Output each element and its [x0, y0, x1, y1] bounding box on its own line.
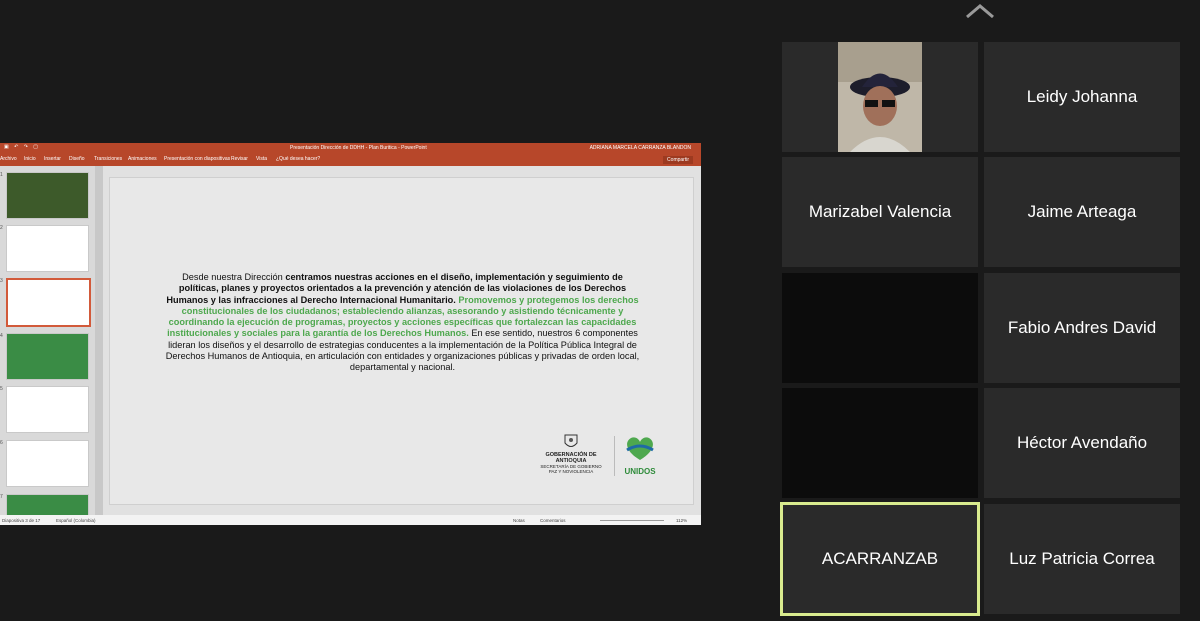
chevron-up-icon[interactable]: [964, 2, 996, 20]
ppt-user-name: ADRIANA MARCELA CARRANZA BLANDON: [589, 145, 691, 151]
participant-name: Luz Patricia Correa: [1009, 549, 1155, 568]
participant-video: [838, 42, 922, 152]
slide-canvas: Desde nuestra Dirección centramos nuestr…: [103, 166, 701, 515]
slide-number: 6: [0, 440, 3, 446]
slide-body-text: Desde nuestra Dirección centramos nuestr…: [165, 272, 640, 374]
coat-of-arms-icon: [564, 434, 578, 447]
tab-vista[interactable]: Vista: [256, 156, 267, 162]
share-button[interactable]: Compartir: [663, 156, 693, 164]
shared-screen-powerpoint: ▣ ↶ ↷ ▢ Presentación Dirección de DDHH -…: [0, 143, 701, 525]
zoom-slider[interactable]: [600, 520, 664, 521]
slide-number: 1: [0, 172, 3, 178]
tab-presentacion[interactable]: Presentación con diapositivas: [164, 156, 230, 162]
participant-tile[interactable]: Fabio Andres David: [984, 273, 1180, 383]
tell-me-search[interactable]: ¿Qué desea hacer?: [276, 156, 320, 162]
zoom-level[interactable]: 112%: [676, 518, 687, 523]
unidos-logo: UNIDOS: [618, 434, 662, 476]
participant-name: Jaime Arteaga: [1027, 202, 1137, 221]
gobernacion-logo-line3: PAZ Y NOVIOLENCIA: [548, 469, 594, 474]
participant-tile-dark[interactable]: [782, 388, 978, 498]
person-video-icon: [838, 42, 922, 152]
participant-tile-video[interactable]: [782, 42, 978, 152]
tab-diseno[interactable]: Diseño: [69, 156, 85, 162]
quick-access-icons[interactable]: ▣ ↶ ↷ ▢: [4, 144, 40, 150]
participant-tile-dark[interactable]: [782, 273, 978, 383]
current-slide[interactable]: Desde nuestra Dirección centramos nuestr…: [109, 177, 694, 505]
logo-divider: [614, 436, 615, 476]
slide-number: 4: [0, 333, 3, 339]
participant-name: Fabio Andres David: [1007, 318, 1157, 337]
notes-button[interactable]: Notas: [513, 518, 525, 523]
slide-thumbnail-1[interactable]: [6, 172, 89, 219]
participant-name: ACARRANZAB: [821, 549, 939, 568]
slide-thumbnail-4[interactable]: [6, 333, 89, 380]
slide-thumbnail-7[interactable]: [6, 494, 89, 515]
ppt-window-title: Presentación Dirección de DDHH - Plan Bu…: [290, 145, 427, 151]
gobernacion-logo: GOBERNACIÓN DE ANTIOQUIA SECRETARÍA DE G…: [535, 433, 607, 474]
participant-tile[interactable]: Héctor Avendaño: [984, 388, 1180, 498]
participant-tile[interactable]: Luz Patricia Correa: [984, 504, 1180, 614]
participant-tile[interactable]: Marizabel Valencia: [782, 157, 978, 267]
ppt-ribbon-tabs: Archivo Inicio Insertar Diseño Transicio…: [0, 153, 701, 166]
tab-animaciones[interactable]: Animaciones: [128, 156, 157, 162]
comments-button[interactable]: Comentarios: [540, 518, 566, 523]
gobernacion-logo-line1: GOBERNACIÓN DE ANTIOQUIA: [545, 452, 597, 464]
tab-inicio[interactable]: Inicio: [24, 156, 36, 162]
slide-number: 2: [0, 225, 3, 231]
participant-name: Leidy Johanna: [1026, 87, 1138, 106]
slide-thumbnail-pane: 1 2 3 4 5 6 7: [0, 166, 95, 515]
slide-number: 7: [0, 494, 3, 500]
language[interactable]: Español (Colombia): [56, 518, 96, 523]
slide-number: 5: [0, 386, 3, 392]
tab-transiciones[interactable]: Transiciones: [94, 156, 122, 162]
tab-revisar[interactable]: Revisar: [231, 156, 248, 162]
ppt-title-bar: ▣ ↶ ↷ ▢ Presentación Dirección de DDHH -…: [0, 143, 701, 153]
ppt-status-bar: Diapositiva 3 de 17 Español (Colombia) N…: [0, 515, 701, 525]
slide-text-intro: Desde nuestra Dirección: [182, 272, 286, 282]
participant-tile[interactable]: Leidy Johanna: [984, 42, 1180, 152]
heart-logo-icon: [626, 437, 654, 460]
tab-insertar[interactable]: Insertar: [44, 156, 61, 162]
slide-thumbnail-6[interactable]: [6, 440, 89, 487]
slide-count: Diapositiva 3 de 17: [2, 518, 41, 523]
participant-tile-active-speaker[interactable]: ACARRANZAB: [780, 502, 980, 616]
unidos-logo-text: UNIDOS: [624, 467, 656, 476]
participant-tile[interactable]: Jaime Arteaga: [984, 157, 1180, 267]
slide-number: 3: [0, 278, 3, 284]
slide-thumbnail-3[interactable]: [6, 278, 91, 327]
participant-name: Marizabel Valencia: [808, 202, 952, 221]
slide-thumbnail-2[interactable]: [6, 225, 89, 272]
participant-name: Héctor Avendaño: [1016, 433, 1148, 452]
slide-thumbnail-5[interactable]: [6, 386, 89, 433]
pane-splitter[interactable]: [95, 166, 103, 515]
tab-archivo[interactable]: Archivo: [0, 156, 17, 162]
